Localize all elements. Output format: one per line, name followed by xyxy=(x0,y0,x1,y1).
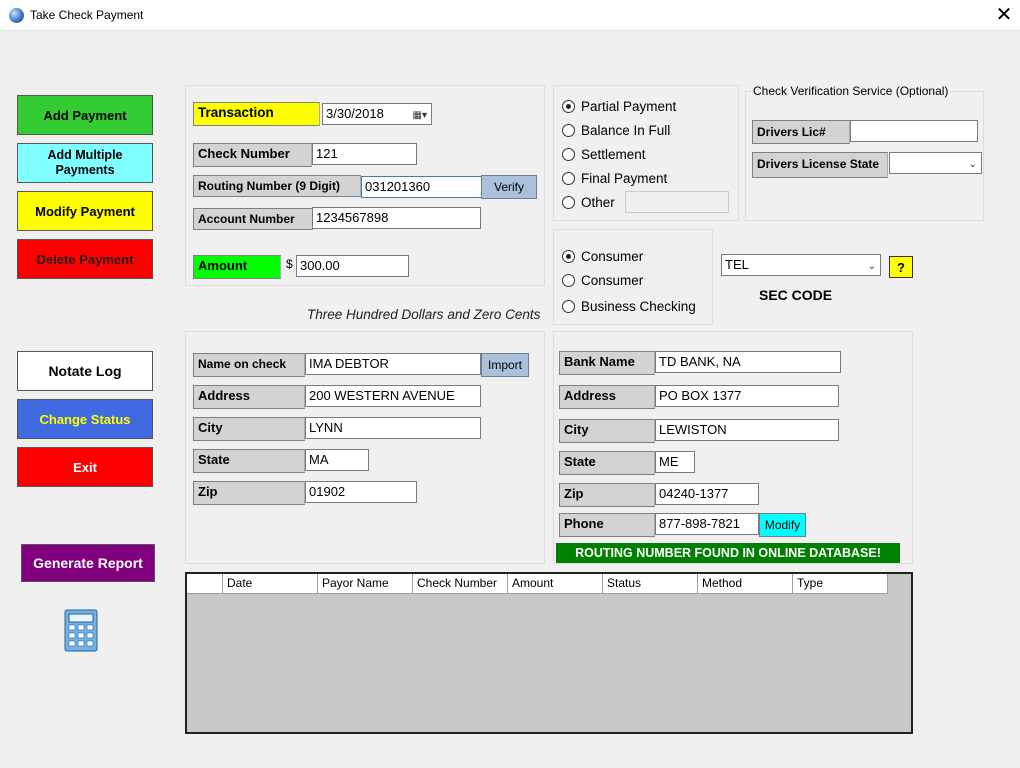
notate-log-button[interactable]: Notate Log xyxy=(17,351,153,391)
add-payment-button[interactable]: Add Payment xyxy=(17,95,153,135)
bank-phone-label: Phone xyxy=(559,513,655,537)
payor-state-input[interactable]: MA xyxy=(305,449,369,471)
transaction-date-picker[interactable]: 3/30/2018 ▦▾ xyxy=(322,103,432,125)
drivers-lic-input[interactable] xyxy=(850,120,978,142)
payor-city-label: City xyxy=(193,417,305,441)
bank-phone-input[interactable]: 877-898-7821 xyxy=(655,513,759,535)
transaction-label: Transaction xyxy=(193,102,320,126)
routing-number-input[interactable]: 031201360 xyxy=(361,176,482,198)
grid-col-type[interactable]: Type xyxy=(793,574,888,594)
payor-zip-label: Zip xyxy=(193,481,305,505)
transaction-date-value: 3/30/2018 xyxy=(326,106,384,121)
calculator-icon[interactable] xyxy=(64,609,98,652)
grid-col-status[interactable]: Status xyxy=(603,574,698,594)
verify-button[interactable]: Verify xyxy=(481,175,537,199)
payor-address-input[interactable]: 200 WESTERN AVENUE xyxy=(305,385,481,407)
bank-name-label: Bank Name xyxy=(559,351,655,375)
bank-zip-input[interactable]: 04240-1377 xyxy=(655,483,759,505)
account-number-input[interactable]: 1234567898 xyxy=(312,207,481,229)
other-input[interactable] xyxy=(625,191,729,213)
grid-col-method[interactable]: Method xyxy=(698,574,793,594)
add-multiple-payments-button[interactable]: Add Multiple Payments xyxy=(17,143,153,183)
close-icon[interactable]: ✕ xyxy=(992,4,1016,26)
grid-header: Date Payor Name Check Number Amount Stat… xyxy=(187,574,888,594)
currency-symbol: $ xyxy=(286,257,293,271)
bank-zip-label: Zip xyxy=(559,483,655,507)
import-button[interactable]: Import xyxy=(481,353,529,377)
calendar-icon[interactable]: ▦▾ xyxy=(413,108,427,124)
check-number-input[interactable]: 121 xyxy=(312,143,417,165)
grid-col-check-number[interactable]: Check Number xyxy=(413,574,508,594)
bank-city-input[interactable]: LEWISTON xyxy=(655,419,839,441)
payor-state-label: State xyxy=(193,449,305,473)
radio-other[interactable]: Other xyxy=(562,195,615,210)
name-on-check-label: Name on check xyxy=(193,353,305,377)
delete-payment-button[interactable]: Delete Payment xyxy=(17,239,153,279)
bank-state-label: State xyxy=(559,451,655,475)
globe-icon xyxy=(9,8,24,23)
title-bar xyxy=(0,0,1020,31)
change-status-button[interactable]: Change Status xyxy=(17,399,153,439)
routing-number-label: Routing Number (9 Digit) xyxy=(193,175,361,197)
exit-button[interactable]: Exit xyxy=(17,447,153,487)
account-number-label: Account Number xyxy=(193,208,313,230)
radio-consumer-2[interactable]: Consumer xyxy=(562,273,643,288)
drivers-license-state-label: Drivers License State xyxy=(752,152,888,178)
chevron-down-icon: ⌄ xyxy=(867,261,876,272)
grid-col-selector[interactable] xyxy=(187,574,223,594)
name-on-check-input[interactable]: IMA DEBTOR xyxy=(305,353,481,375)
radio-settlement[interactable]: Settlement xyxy=(562,147,646,162)
radio-partial-payment[interactable]: Partial Payment xyxy=(562,99,676,114)
modify-bank-button[interactable]: Modify xyxy=(759,513,806,537)
check-number-label: Check Number xyxy=(193,143,312,167)
bank-address-input[interactable]: PO BOX 1377 xyxy=(655,385,839,407)
bank-city-label: City xyxy=(559,419,655,443)
sec-help-button[interactable]: ? xyxy=(889,256,913,278)
drivers-lic-label: Drivers Lic# xyxy=(752,120,850,144)
amount-label: Amount xyxy=(193,255,281,279)
grid-col-amount[interactable]: Amount xyxy=(508,574,603,594)
sec-code-select[interactable]: TEL ⌄ xyxy=(721,254,881,276)
radio-consumer-1[interactable]: Consumer xyxy=(562,249,643,264)
verification-legend: Check Verification Service (Optional) xyxy=(751,84,951,98)
payments-grid[interactable]: Date Payor Name Check Number Amount Stat… xyxy=(185,572,913,734)
generate-report-button[interactable]: Generate Report xyxy=(21,544,155,582)
window-title: Take Check Payment xyxy=(30,8,144,22)
routing-status-banner: ROUTING NUMBER FOUND IN ONLINE DATABASE! xyxy=(556,543,900,563)
chevron-down-icon: ⌄ xyxy=(968,159,977,170)
payor-zip-input[interactable]: 01902 xyxy=(305,481,417,503)
grid-col-payor-name[interactable]: Payor Name xyxy=(318,574,413,594)
radio-final-payment[interactable]: Final Payment xyxy=(562,171,667,186)
radio-balance-in-full[interactable]: Balance In Full xyxy=(562,123,670,138)
amount-in-words: Three Hundred Dollars and Zero Cents xyxy=(307,307,541,322)
bank-state-input[interactable]: ME xyxy=(655,451,695,473)
bank-address-label: Address xyxy=(559,385,655,409)
grid-col-date[interactable]: Date xyxy=(223,574,318,594)
radio-business-checking[interactable]: Business Checking xyxy=(562,299,696,314)
modify-payment-button[interactable]: Modify Payment xyxy=(17,191,153,231)
drivers-license-state-select[interactable]: ⌄ xyxy=(889,152,982,174)
amount-input[interactable]: 300.00 xyxy=(296,255,409,277)
sec-code-label: SEC CODE xyxy=(759,287,833,303)
payor-city-input[interactable]: LYNN xyxy=(305,417,481,439)
payor-address-label: Address xyxy=(193,385,305,409)
bank-name-input[interactable]: TD BANK, NA xyxy=(655,351,841,373)
